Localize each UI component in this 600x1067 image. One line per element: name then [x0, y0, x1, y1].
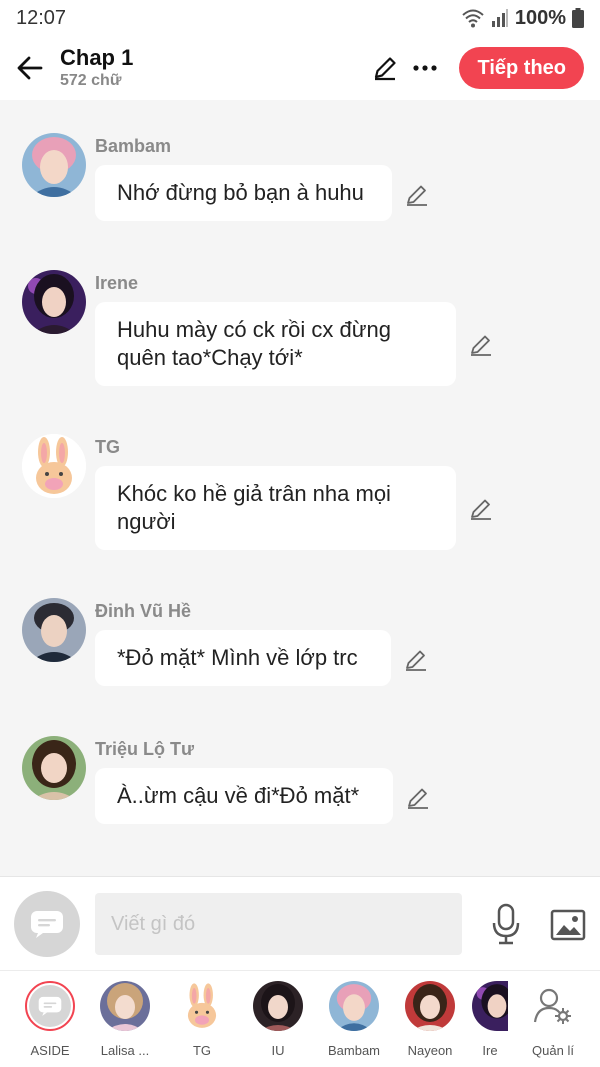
word-count: 572 chữ [60, 72, 122, 89]
edit-message-button[interactable] [404, 784, 432, 812]
pencil-icon [471, 499, 491, 520]
voice-button[interactable] [488, 901, 524, 947]
manage-icon-wrap [528, 981, 578, 1031]
status-bar: 12:07 100% [0, 0, 600, 36]
sender-name: Irene [95, 273, 139, 293]
message-bubble[interactable]: À..ừm cậu về đi*Đỏ mặt* [95, 768, 393, 824]
status-indicators: 100% [461, 7, 584, 30]
pencil-icon [375, 57, 397, 81]
message-bubble[interactable]: Huhu mày có ck rồi cx đừng quên tao*Chạy… [95, 302, 456, 386]
character-bambam[interactable]: Bambam [319, 981, 389, 1058]
character-iu[interactable]: IU [243, 981, 313, 1058]
battery-level: 100% [514, 6, 566, 29]
sender-name: Triệu Lộ Tư [95, 739, 195, 759]
message-bubble[interactable]: Khóc ko hề giả trân nha mọi người [95, 466, 456, 550]
character-label: Lalisa ... [100, 1043, 150, 1058]
chat-area[interactable]: Bambam Nhớ đừng bỏ bạn à huhu Irene Huhu… [0, 100, 600, 876]
pencil-icon [408, 788, 428, 809]
avatar-tg[interactable] [22, 434, 86, 498]
character-label: ASIDE [30, 1043, 70, 1058]
character-tg[interactable]: TG [167, 981, 237, 1058]
avatar-bambam[interactable] [22, 133, 86, 197]
avatar [329, 981, 379, 1031]
user-settings-icon [533, 988, 571, 1024]
character-lalisa[interactable]: Lalisa ... [90, 981, 160, 1058]
sender-name: Bambam [95, 136, 172, 156]
pencil-icon [406, 650, 426, 671]
back-button[interactable] [0, 36, 60, 100]
aside-avatar [25, 981, 75, 1031]
more-options-button[interactable] [405, 48, 445, 88]
image-button[interactable] [548, 905, 588, 945]
message-bubble[interactable]: Nhớ đừng bỏ bạn à huhu [95, 165, 392, 221]
avatar-trieu-lo-tu[interactable] [22, 736, 86, 800]
bunny-icon [22, 434, 86, 498]
signal-icon [491, 9, 509, 27]
character-label: TG [192, 1043, 212, 1058]
character-nayeon[interactable]: Nayeon [395, 981, 465, 1058]
bunny-icon [177, 981, 227, 1031]
pencil-icon [471, 335, 491, 356]
edit-message-button[interactable] [467, 331, 495, 359]
microphone-icon [492, 903, 520, 945]
edit-message-button[interactable] [403, 181, 431, 209]
message-input[interactable] [95, 893, 462, 955]
avatar-irene[interactable] [22, 270, 86, 334]
manage-characters-button[interactable]: Quản lí [518, 981, 588, 1058]
edit-chapter-button[interactable] [365, 48, 405, 88]
back-arrow-icon [17, 56, 43, 80]
avatar [177, 981, 227, 1031]
wifi-icon [461, 8, 485, 28]
sender-name: TG [95, 437, 120, 457]
character-label: Quản lí [532, 1043, 574, 1058]
edit-message-button[interactable] [467, 495, 495, 523]
character-bar: ASIDE Lalisa ... TG IU Bambam Nayeon Ire… [0, 970, 600, 1067]
character-label: Nayeon [407, 1043, 453, 1058]
app-screen: 12:07 100% Chap 1 572 chữ Tiếp theo Bamb… [0, 0, 600, 1067]
status-time: 12:07 [16, 6, 67, 29]
avatar [253, 981, 303, 1031]
chat-bubble-icon [31, 911, 63, 938]
chapter-title: Chap 1 [60, 45, 134, 70]
avatar [472, 981, 508, 1031]
next-button[interactable]: Tiếp theo [459, 47, 584, 89]
avatar [405, 981, 455, 1031]
sender-name: Đinh Vũ Hề [95, 601, 192, 621]
message-bubble[interactable]: *Đỏ mặt* Mình về lớp trc [95, 630, 391, 686]
chat-bubble-icon [38, 996, 62, 1016]
character-label: Ire [482, 1043, 498, 1058]
title-block: Chap 1 572 chữ [60, 45, 365, 91]
chat-mode-button[interactable] [14, 891, 80, 957]
pencil-icon [407, 185, 427, 206]
avatar-dinh-vu-he[interactable] [22, 598, 86, 662]
character-irene[interactable]: Ire [470, 981, 510, 1058]
character-aside[interactable]: ASIDE [15, 981, 85, 1058]
character-label: IU [271, 1043, 285, 1058]
composer [0, 876, 600, 970]
chapter-header: Chap 1 572 chữ Tiếp theo [0, 36, 600, 100]
avatar [100, 981, 150, 1031]
battery-icon [572, 8, 584, 28]
character-label: Bambam [327, 1043, 381, 1058]
more-icon [413, 65, 438, 71]
edit-message-button[interactable] [402, 646, 430, 674]
image-icon [550, 909, 586, 941]
